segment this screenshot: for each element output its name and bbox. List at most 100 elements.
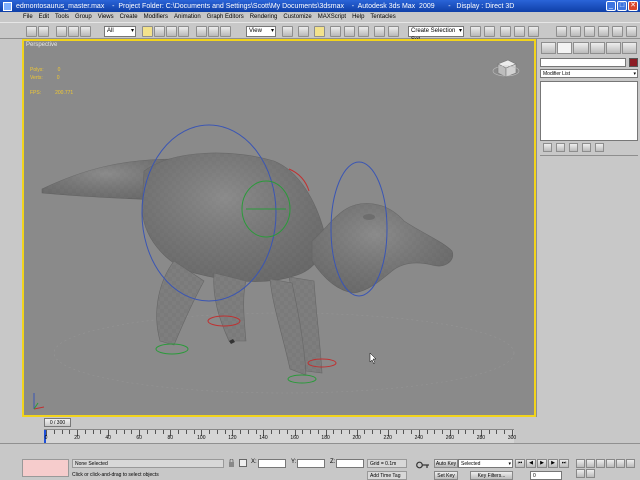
- selection-filter-dropdown[interactable]: All: [104, 26, 136, 37]
- maxscript-listener-icon[interactable]: [598, 26, 609, 37]
- bind-space-warp-icon[interactable]: [80, 26, 91, 37]
- play-icon[interactable]: ▶: [537, 459, 547, 468]
- menu-create[interactable]: Create: [120, 14, 138, 20]
- timeline-tick-label: 0: [44, 435, 48, 441]
- unlink-icon[interactable]: [68, 26, 79, 37]
- undo-icon[interactable]: [26, 26, 37, 37]
- select-move-icon[interactable]: [196, 26, 207, 37]
- x-coordinate-field[interactable]: [258, 459, 286, 468]
- select-by-name-icon[interactable]: [154, 26, 165, 37]
- named-selection-set-dropdown[interactable]: Create Selection Set: [408, 26, 464, 43]
- angle-snap-icon[interactable]: [330, 26, 341, 37]
- go-to-end-icon[interactable]: ⏭: [559, 459, 569, 468]
- zoom-extents-all-icon[interactable]: [606, 459, 615, 468]
- render-setup-icon[interactable]: [556, 26, 567, 37]
- perspective-viewport[interactable]: Perspective Polys: 0 Verts: 0 FPS: 200.771: [22, 39, 536, 417]
- show-end-result-icon[interactable]: [556, 143, 565, 152]
- rendered-frame-window-icon[interactable]: [570, 26, 581, 37]
- set-key-button[interactable]: Set Key: [434, 471, 458, 480]
- close-button[interactable]: ✕: [628, 1, 638, 11]
- zoom-extents-icon[interactable]: [596, 459, 605, 468]
- object-color-swatch[interactable]: [629, 58, 638, 67]
- maximize-button[interactable]: □: [617, 1, 627, 11]
- maxscript-mini-listener[interactable]: [22, 459, 69, 477]
- add-time-tag-button[interactable]: Add Time Tag: [367, 471, 407, 480]
- quick-render-icon[interactable]: [626, 26, 637, 37]
- select-manipulate-icon[interactable]: [298, 26, 309, 37]
- schematic-view-icon[interactable]: [514, 26, 525, 37]
- create-tab-icon[interactable]: [541, 42, 557, 54]
- maximize-viewport-icon[interactable]: [586, 469, 595, 478]
- remove-modifier-icon[interactable]: [582, 143, 591, 152]
- menu-group[interactable]: Group: [75, 14, 92, 20]
- edit-named-selection-icon[interactable]: [374, 26, 385, 37]
- menu-graph-editors[interactable]: Graph Editors: [207, 14, 244, 20]
- key-filters-button[interactable]: Key Filters...: [470, 471, 513, 480]
- modifier-list-dropdown[interactable]: Modifier List: [540, 69, 638, 78]
- menu-maxscript[interactable]: MAXScript: [318, 14, 346, 20]
- pin-stack-icon[interactable]: [543, 143, 552, 152]
- time-slider[interactable]: 0 / 300: [44, 418, 71, 427]
- zoom-all-icon[interactable]: [586, 459, 595, 468]
- go-to-start-icon[interactable]: ⏮: [515, 459, 525, 468]
- orbit-icon[interactable]: [576, 469, 585, 478]
- percent-snap-icon[interactable]: [344, 26, 355, 37]
- display-tab-icon[interactable]: [605, 42, 621, 54]
- auto-key-button[interactable]: Auto Key: [434, 459, 458, 468]
- menu-edit[interactable]: Edit: [39, 14, 49, 20]
- mirror-icon[interactable]: [388, 26, 399, 37]
- render-active-icon[interactable]: [612, 26, 623, 37]
- make-unique-icon[interactable]: [569, 143, 578, 152]
- spinner-snap-icon[interactable]: [358, 26, 369, 37]
- menu-modifiers[interactable]: Modifiers: [144, 14, 168, 20]
- modify-tab-icon[interactable]: [557, 42, 573, 54]
- minimize-button[interactable]: _: [606, 1, 616, 11]
- menu-help[interactable]: Help: [352, 14, 364, 20]
- next-frame-icon[interactable]: ▶: [548, 459, 558, 468]
- menu-animation[interactable]: Animation: [174, 14, 201, 20]
- menu-tools[interactable]: Tools: [55, 14, 69, 20]
- z-coordinate-field[interactable]: [336, 459, 364, 468]
- configure-modifier-sets-icon[interactable]: [595, 143, 604, 152]
- utilities-tab-icon[interactable]: [621, 42, 638, 54]
- hand-control-l[interactable]: [287, 374, 317, 384]
- snaps-toggle-icon[interactable]: [314, 26, 325, 37]
- modifier-stack[interactable]: [540, 81, 638, 141]
- zoom-icon[interactable]: [576, 459, 585, 468]
- select-object-icon[interactable]: [142, 26, 153, 37]
- previous-frame-icon[interactable]: ◀: [526, 459, 536, 468]
- select-rotate-icon[interactable]: [208, 26, 219, 37]
- menu-rendering[interactable]: Rendering: [250, 14, 278, 20]
- selection-lock-icon[interactable]: [228, 459, 235, 467]
- key-icon[interactable]: [416, 460, 430, 470]
- select-scale-icon[interactable]: [220, 26, 231, 37]
- key-selection-dropdown[interactable]: Selected: [458, 459, 513, 468]
- app-icon[interactable]: [3, 1, 12, 11]
- timeline-ruler[interactable]: 0 20 40 60 80 100 120 140 160 180 200 220 240 260 280 3…: [44, 429, 516, 444]
- pivot-center-icon[interactable]: [282, 26, 293, 37]
- current-frame-field[interactable]: 0: [530, 471, 562, 480]
- selection-region-icon[interactable]: [166, 26, 177, 37]
- window-crossing-icon[interactable]: [178, 26, 189, 37]
- field-of-view-icon[interactable]: [616, 459, 625, 468]
- motion-tab-icon[interactable]: [589, 42, 605, 54]
- align-icon[interactable]: [470, 26, 481, 37]
- object-name-field[interactable]: [540, 58, 626, 67]
- render-production-icon[interactable]: [584, 26, 595, 37]
- reference-coordinate-dropdown[interactable]: View: [246, 26, 276, 37]
- hierarchy-tab-icon[interactable]: [573, 42, 589, 54]
- pan-view-icon[interactable]: [626, 459, 635, 468]
- material-editor-icon[interactable]: [528, 26, 539, 37]
- dinosaur-model[interactable]: [41, 152, 454, 376]
- link-icon[interactable]: [56, 26, 67, 37]
- menu-file[interactable]: File: [23, 14, 33, 20]
- menu-tentacles[interactable]: Tentacles: [370, 14, 395, 20]
- y-coordinate-field[interactable]: [297, 459, 325, 468]
- menu-customize[interactable]: Customize: [283, 14, 311, 20]
- absolute-mode-transform-icon[interactable]: [239, 459, 247, 467]
- curve-editor-icon[interactable]: [500, 26, 511, 37]
- menu-views[interactable]: Views: [98, 14, 114, 20]
- foot-control-ll[interactable]: [155, 343, 189, 355]
- layer-manager-icon[interactable]: [484, 26, 495, 37]
- redo-icon[interactable]: [38, 26, 49, 37]
